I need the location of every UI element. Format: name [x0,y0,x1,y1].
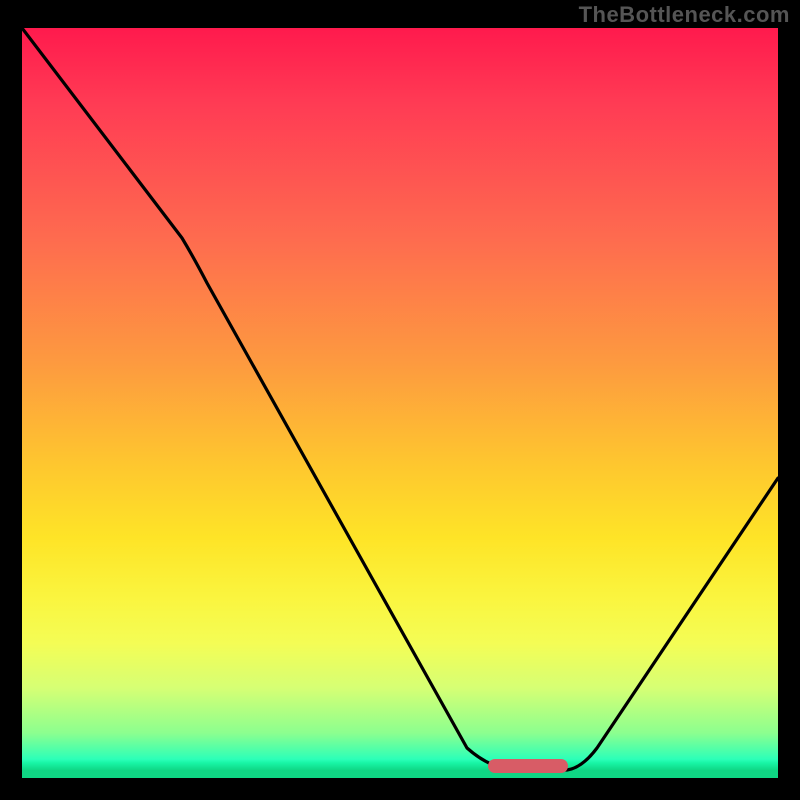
watermark-text: TheBottleneck.com [579,2,790,28]
chart-frame: TheBottleneck.com [0,0,800,800]
plot-area [22,28,778,778]
optimal-range-marker [488,759,568,773]
bottleneck-curve [22,28,778,778]
